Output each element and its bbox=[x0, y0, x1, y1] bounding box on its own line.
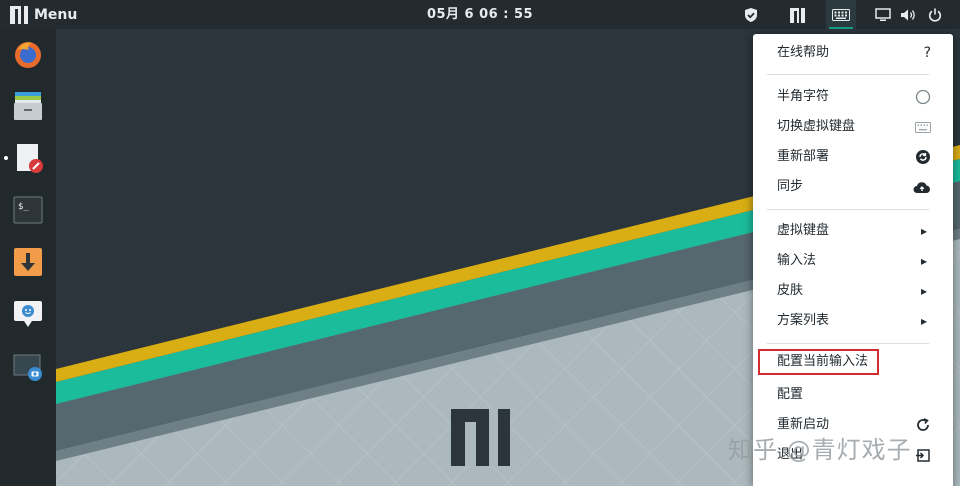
menu-item-redeploy[interactable]: 重新部署 bbox=[753, 143, 953, 171]
power-icon[interactable] bbox=[925, 5, 945, 25]
menu-item-label: 方案列表 bbox=[777, 313, 830, 328]
menu-item-label: 重新部署 bbox=[777, 149, 830, 164]
redeploy-icon bbox=[915, 143, 931, 171]
keyboard-icon[interactable] bbox=[831, 5, 851, 25]
menu-item-label: 皮肤 bbox=[777, 283, 804, 298]
menu-item-restart[interactable]: 重新启动 bbox=[753, 411, 953, 439]
menu-item-label: 重新启动 bbox=[777, 417, 830, 432]
menu-item-toggle-virtual-keyboard[interactable]: 切换虚拟键盘 bbox=[753, 113, 953, 141]
text-editor-icon[interactable] bbox=[12, 142, 44, 174]
menu-item-label: 切换虚拟键盘 bbox=[777, 119, 856, 134]
menu-separator bbox=[767, 74, 929, 75]
cloud-sync-icon bbox=[913, 173, 931, 201]
top-panel: Menu 05月 6 06 : 55 bbox=[0, 0, 960, 29]
firefox-icon[interactable] bbox=[12, 38, 44, 70]
menu-item-label: 输入法 bbox=[777, 253, 817, 268]
menu-separator bbox=[767, 209, 929, 210]
menu-item-exit[interactable]: 退出 bbox=[753, 441, 953, 469]
submenu-arrow-icon: ▸ bbox=[920, 254, 927, 268]
menu-item-label: 虚拟键盘 bbox=[777, 223, 830, 238]
running-indicator bbox=[4, 156, 8, 160]
menu-item-configure[interactable]: 配置 bbox=[753, 381, 953, 409]
menu-button[interactable]: Menu bbox=[10, 0, 77, 29]
display-icon[interactable] bbox=[873, 5, 893, 25]
menu-item-virtual-keyboard[interactable]: 虚拟键盘 ▸ bbox=[753, 217, 953, 245]
menu-item-skin[interactable]: 皮肤 ▸ bbox=[753, 277, 953, 305]
svg-text:$_: $_ bbox=[18, 202, 29, 212]
restart-icon bbox=[915, 411, 931, 439]
menu-item-input-method[interactable]: 输入法 ▸ bbox=[753, 247, 953, 275]
submenu-arrow-icon: ▸ bbox=[920, 224, 927, 238]
menu-item-label: 配置当前输入法 bbox=[777, 354, 869, 369]
file-manager-icon[interactable] bbox=[12, 90, 44, 122]
screenshot-icon[interactable] bbox=[12, 350, 44, 382]
menu-separator bbox=[767, 343, 929, 344]
circle-icon bbox=[915, 83, 931, 111]
input-method-context-menu: 在线帮助 ? 半角字符 切换虚拟键盘 重新部署 同步 虚拟键盘 ▸ 输入法 ▸ … bbox=[753, 34, 953, 486]
manjaro-icon[interactable] bbox=[787, 5, 807, 25]
downloader-icon[interactable] bbox=[12, 246, 44, 278]
menu-item-label: 配置 bbox=[777, 387, 804, 402]
menu-item-label: 同步 bbox=[777, 179, 804, 194]
menu-item-scheme-list[interactable]: 方案列表 ▸ bbox=[753, 307, 953, 335]
submenu-arrow-icon: ▸ bbox=[920, 284, 927, 298]
clock[interactable]: 05月 6 06 : 55 bbox=[0, 0, 960, 29]
menu-item-sync[interactable]: 同步 bbox=[753, 173, 953, 201]
menu-item-label: 退出 bbox=[777, 447, 804, 462]
menu-item-online-help[interactable]: 在线帮助 ? bbox=[753, 39, 953, 67]
terminal-icon[interactable]: $_ bbox=[12, 194, 44, 226]
menu-item-configure-current-im[interactable]: 配置当前输入法 bbox=[753, 348, 953, 376]
keyboard-icon bbox=[915, 113, 931, 141]
help-icon: ? bbox=[923, 45, 931, 61]
manjaro-logo-icon bbox=[10, 5, 28, 24]
shield-icon[interactable] bbox=[741, 5, 761, 25]
submenu-arrow-icon: ▸ bbox=[920, 314, 927, 328]
chat-icon[interactable] bbox=[12, 298, 44, 330]
menu-item-label: 半角字符 bbox=[777, 89, 830, 104]
menu-label: Menu bbox=[34, 6, 78, 23]
dock: $_ bbox=[0, 29, 56, 486]
exit-icon bbox=[915, 441, 931, 469]
menu-item-half-width[interactable]: 半角字符 bbox=[753, 83, 953, 111]
volume-icon[interactable] bbox=[899, 5, 919, 25]
manjaro-desktop-logo bbox=[451, 409, 510, 466]
menu-item-label: 在线帮助 bbox=[777, 45, 830, 60]
